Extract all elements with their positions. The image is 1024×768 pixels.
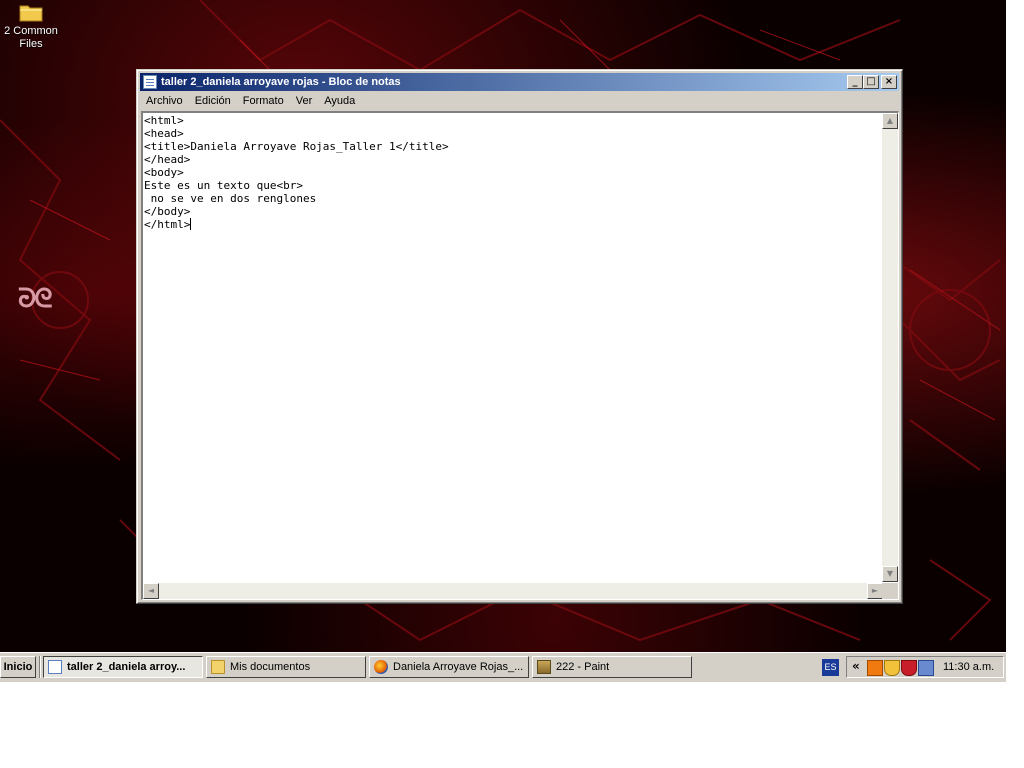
taskbar-separator [39,656,41,678]
minimize-button[interactable]: _ [847,75,863,89]
task-paint[interactable]: 222 - Paint [532,656,692,678]
menu-ayuda[interactable]: Ayuda [318,92,361,110]
scroll-right-button[interactable]: ► [867,583,883,599]
maximize-button[interactable]: □ [863,75,879,89]
close-button[interactable]: × [881,75,897,89]
title-bar[interactable]: taller 2_daniela arroyave rojas - Bloc d… [140,73,899,91]
menu-bar: Archivo Edición Formato Ver Ayuda [140,92,899,110]
window-title: taller 2_daniela arroyave rojas - Bloc d… [161,76,401,88]
task-label: Mis documentos [230,661,311,673]
notepad-window: taller 2_daniela arroyave rojas - Bloc d… [136,69,903,604]
notepad-icon [143,75,157,89]
system-tray: « 11:30 a.m. [846,656,1004,678]
tray-expand-button[interactable]: « [852,659,860,673]
text-editor[interactable]: <html> <head> <title>Daniela Arroyave Ro… [141,111,899,600]
menu-edicion[interactable]: Edición [189,92,237,110]
scroll-down-button[interactable]: ▼ [882,566,898,582]
wallpaper-emblem: ᘒᘓ [18,284,53,314]
scroll-left-button[interactable]: ◄ [143,583,159,599]
avast-icon[interactable] [867,660,883,676]
menu-formato[interactable]: Formato [237,92,290,110]
folder-icon [211,660,225,674]
desktop-icon-label: 2 Common Files [4,25,58,50]
task-label: 222 - Paint [556,661,610,673]
paint-icon [537,660,551,674]
folder-icon [19,2,43,22]
taskbar: Inicio taller 2_daniela arroy... Mis doc… [0,652,1006,682]
network-icon[interactable] [918,660,934,676]
language-indicator[interactable]: ES [822,659,839,676]
scrollbar-corner [882,583,898,599]
task-notepad[interactable]: taller 2_daniela arroy... [43,656,203,678]
security-icon[interactable] [901,660,917,676]
notepad-icon [48,660,62,674]
start-button[interactable]: Inicio [0,656,36,678]
firefox-icon [374,660,388,674]
task-firefox[interactable]: Daniela Arroyave Rojas_... [369,656,529,678]
desktop-icon-common-files[interactable]: 2 Common Files [0,2,62,51]
scroll-up-button[interactable]: ▲ [882,113,898,129]
text-caret [190,218,192,230]
shield-icon[interactable] [884,660,900,676]
document-text[interactable]: <html> <head> <title>Daniela Arroyave Ro… [144,114,449,231]
vertical-scrollbar[interactable]: ▲ ▼ [882,113,898,582]
menu-archivo[interactable]: Archivo [140,92,189,110]
menu-ver[interactable]: Ver [290,92,319,110]
window-controls: _ □ × [847,75,897,89]
task-label: Daniela Arroyave Rojas_... [393,661,524,673]
clock[interactable]: 11:30 a.m. [943,661,994,673]
task-mis-documentos[interactable]: Mis documentos [206,656,366,678]
task-label: taller 2_daniela arroy... [67,661,186,673]
horizontal-scrollbar[interactable]: ◄ ► [143,583,883,599]
